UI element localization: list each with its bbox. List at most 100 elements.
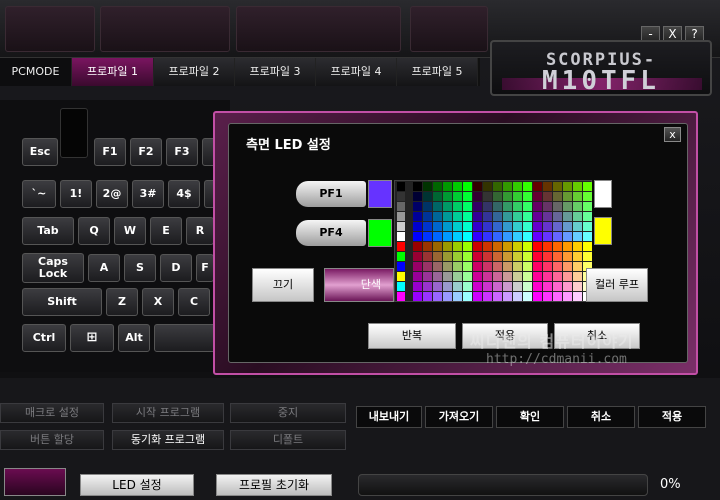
key-c[interactable]: C bbox=[178, 288, 210, 316]
palette-cell bbox=[583, 202, 592, 211]
white-swatch[interactable] bbox=[594, 180, 612, 208]
palette-cell bbox=[503, 232, 512, 241]
export-button[interactable]: 내보내기 bbox=[356, 406, 422, 428]
palette-cell bbox=[443, 202, 452, 211]
palette-cell bbox=[533, 242, 542, 251]
palette-cell bbox=[563, 292, 572, 301]
palette-cell bbox=[493, 282, 502, 291]
palette-cell bbox=[423, 222, 432, 231]
cancel-main-button[interactable]: 취소 bbox=[567, 406, 635, 428]
pf4-button[interactable]: PF4 bbox=[296, 220, 366, 246]
palette-cell bbox=[573, 192, 582, 201]
tab-profile-5[interactable]: 프로파일 5 bbox=[397, 58, 478, 86]
color-palette[interactable] bbox=[394, 180, 592, 302]
key-f3[interactable]: F3 bbox=[166, 138, 198, 166]
key-w[interactable]: W bbox=[114, 217, 146, 245]
palette-cell bbox=[423, 212, 432, 221]
led-settings-button[interactable]: LED 설정 bbox=[80, 474, 194, 496]
palette-cell bbox=[483, 262, 492, 271]
palette-cell bbox=[513, 252, 522, 261]
import-button[interactable]: 가져오기 bbox=[425, 406, 493, 428]
palette-cell bbox=[513, 192, 522, 201]
repeat-button[interactable]: 반복 bbox=[368, 323, 456, 349]
color-palette-grid[interactable] bbox=[395, 181, 593, 303]
tab-pcmode[interactable]: PCMODE bbox=[0, 58, 72, 86]
key-s[interactable]: S bbox=[124, 254, 156, 282]
palette-cell bbox=[473, 232, 482, 241]
palette-cell bbox=[397, 192, 405, 201]
key-caps-lock[interactable]: Caps Lock bbox=[22, 253, 84, 283]
key-alt[interactable]: Alt bbox=[118, 324, 150, 352]
palette-cell bbox=[463, 212, 472, 221]
tab-profile-1[interactable]: 프로파일 1 bbox=[72, 58, 154, 86]
palette-cell bbox=[397, 282, 405, 291]
key-a[interactable]: A bbox=[88, 254, 120, 282]
start-program-button[interactable]: 시작 프로그램 bbox=[112, 403, 224, 423]
palette-cell bbox=[483, 192, 492, 201]
key-ctrl[interactable]: Ctrl bbox=[22, 324, 66, 352]
palette-cell bbox=[483, 182, 492, 191]
palette-cell bbox=[523, 242, 532, 251]
palette-cell bbox=[397, 242, 405, 251]
key-f1[interactable]: F1 bbox=[94, 138, 126, 166]
key-2[interactable]: 2@ bbox=[96, 180, 128, 208]
pf1-button[interactable]: PF1 bbox=[296, 181, 366, 207]
slider-handle[interactable] bbox=[4, 468, 66, 496]
key-z[interactable]: Z bbox=[106, 288, 138, 316]
macro-settings-button[interactable]: 매크로 설정 bbox=[0, 403, 104, 423]
palette-cell bbox=[513, 202, 522, 211]
palette-cell bbox=[553, 272, 562, 281]
tab-profile-4[interactable]: 프로파일 4 bbox=[316, 58, 397, 86]
key-3[interactable]: 3# bbox=[132, 180, 164, 208]
palette-cell bbox=[397, 202, 405, 211]
key-4[interactable]: 4$ bbox=[168, 180, 200, 208]
palette-cell bbox=[553, 212, 562, 221]
profile-reset-button[interactable]: 프로필 초기화 bbox=[216, 474, 332, 496]
palette-cell bbox=[493, 252, 502, 261]
palette-cell bbox=[533, 212, 542, 221]
key-q[interactable]: Q bbox=[78, 217, 110, 245]
key-backtick[interactable]: `~ bbox=[22, 180, 56, 208]
top-panel bbox=[5, 6, 95, 52]
pf1-color-swatch[interactable] bbox=[368, 180, 392, 208]
apply-main-button[interactable]: 적용 bbox=[638, 406, 706, 428]
key-space[interactable] bbox=[154, 324, 216, 352]
palette-cell bbox=[533, 192, 542, 201]
palette-cell bbox=[523, 272, 532, 281]
palette-cell bbox=[453, 282, 462, 291]
palette-cell bbox=[453, 252, 462, 261]
dialog-title: 측면 LED 설정 bbox=[246, 138, 331, 153]
key-f[interactable]: F bbox=[196, 254, 214, 282]
key-e[interactable]: E bbox=[150, 217, 182, 245]
key-x[interactable]: X bbox=[142, 288, 174, 316]
default-button[interactable]: 디폴트 bbox=[230, 430, 346, 450]
palette-cell bbox=[583, 192, 592, 201]
key-shift[interactable]: Shift bbox=[22, 288, 102, 316]
key-1[interactable]: 1! bbox=[60, 180, 92, 208]
palette-cell bbox=[573, 232, 582, 241]
mode-single-button[interactable]: 단색 bbox=[324, 268, 394, 302]
key-esc[interactable]: Esc bbox=[22, 138, 58, 166]
watermark-text: 씨디맨의 컴퓨터이야기 bbox=[470, 332, 634, 351]
tab-profile-3[interactable]: 프로파일 3 bbox=[235, 58, 316, 86]
palette-cell bbox=[523, 252, 532, 261]
key-windows[interactable]: ⊞ bbox=[70, 324, 114, 352]
pf4-color-swatch[interactable] bbox=[368, 219, 392, 247]
button-assign-button[interactable]: 버튼 할당 bbox=[0, 430, 104, 450]
key-f2[interactable]: F2 bbox=[130, 138, 162, 166]
tab-profile-2[interactable]: 프로파일 2 bbox=[154, 58, 235, 86]
key-d[interactable]: D bbox=[160, 254, 192, 282]
key-tab[interactable]: Tab bbox=[22, 217, 74, 245]
dialog-close-button[interactable]: x bbox=[664, 127, 681, 142]
palette-cell bbox=[553, 252, 562, 261]
palette-cell bbox=[573, 202, 582, 211]
key-r[interactable]: R bbox=[186, 217, 214, 245]
mode-loop-button[interactable]: 컬러 루프 bbox=[586, 268, 648, 302]
confirm-button[interactable]: 확인 bbox=[496, 406, 564, 428]
sync-program-button[interactable]: 동기화 프로그램 bbox=[112, 430, 224, 450]
palette-cell bbox=[413, 252, 422, 261]
stop-button[interactable]: 중지 bbox=[230, 403, 346, 423]
mode-off-button[interactable]: 끄기 bbox=[252, 268, 314, 302]
yellow-swatch[interactable] bbox=[594, 217, 612, 245]
palette-cell bbox=[553, 242, 562, 251]
